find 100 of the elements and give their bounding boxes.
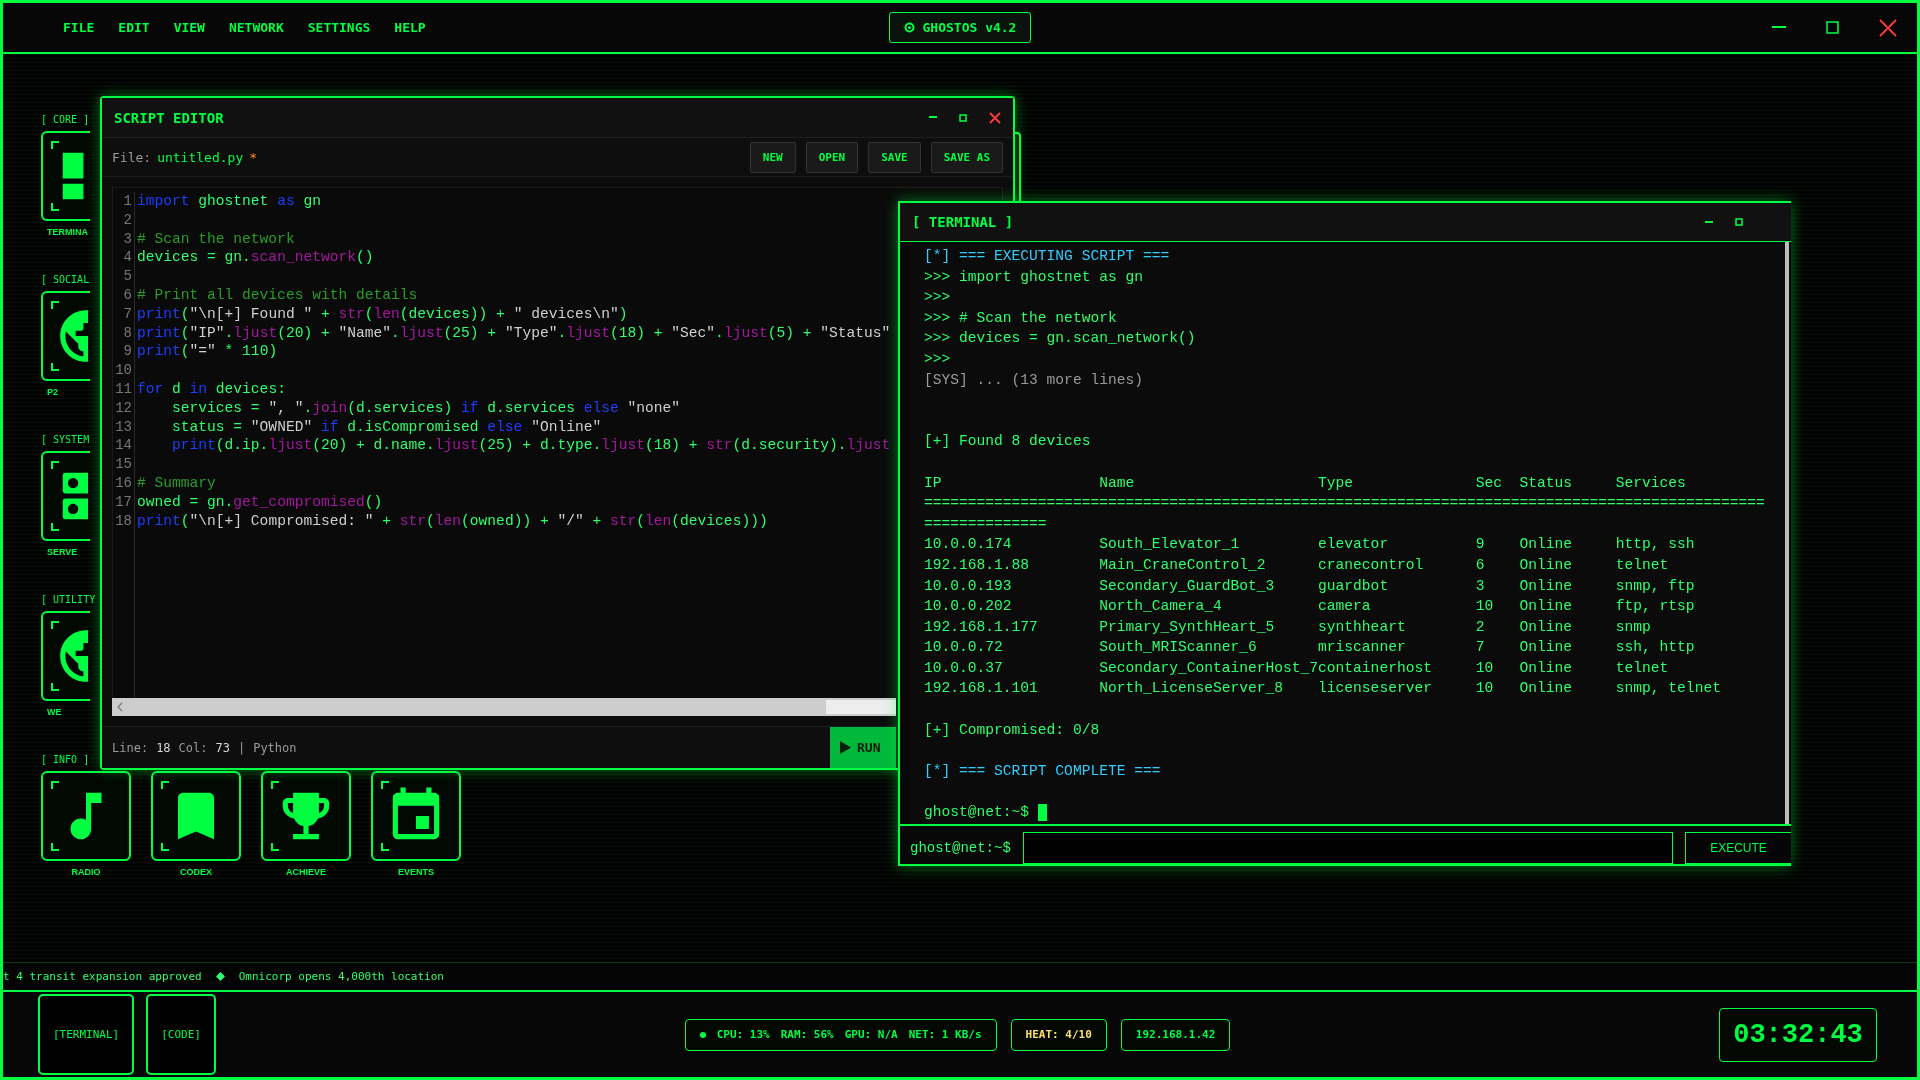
taskbar-button[interactable]: [CODE] [146, 994, 216, 1075]
toolbar-button[interactable]: NEW [749, 141, 796, 173]
play-icon [840, 741, 851, 754]
scrollbar-thumb[interactable] [826, 700, 896, 714]
section-label: [ UTILITY [41, 594, 96, 606]
terminal-line: >>> # Scan the network [924, 308, 1118, 328]
corner-mark [51, 843, 59, 851]
status-separator: | [237, 740, 246, 755]
table-cell-text: licenseserver [1318, 679, 1433, 699]
table-cell-text: telnet [1615, 658, 1670, 678]
terminal-line: [+] Found 8 devices [924, 432, 1092, 452]
app-label: TERMINA [46, 227, 88, 238]
maximize-icon [1826, 21, 1839, 34]
table-cell-text: Online [1519, 555, 1574, 575]
file-name: untitled.py [157, 149, 244, 165]
corner-mark [271, 781, 279, 789]
minimize-button[interactable] [929, 116, 937, 119]
app-tile[interactable] [261, 771, 351, 861]
line-number: 13 [115, 417, 132, 437]
corner-mark [51, 683, 59, 691]
status-label: Line: [112, 740, 149, 755]
code-line: services = ", ".join(d.services) if d.services else "none" [171, 398, 681, 418]
minimize-button[interactable] [1772, 26, 1786, 29]
table-cell-text: 192.168.1.88 [924, 555, 1031, 575]
app-label: CODEX [180, 867, 212, 878]
line-number: 5 [123, 267, 132, 286]
news-item: Omnicorp opens 4,000th location [238, 970, 444, 983]
code-line: for d in devices: [137, 379, 287, 399]
table-cell-text: 192.168.1.177 [924, 617, 1039, 637]
minimize-icon [1705, 220, 1713, 224]
table-cell-text: North_Camera_4 [1099, 597, 1223, 617]
close-icon [1879, 18, 1897, 37]
app-tile[interactable] [371, 771, 461, 861]
code-line: print(d.ip.ljust(20) + d.name.ljust(25) + d.type.ljust(18) + str(d.security).ljust [171, 436, 891, 456]
close-button[interactable] [1879, 18, 1897, 37]
menu-item[interactable]: VIEW [173, 20, 205, 35]
diamond-icon [215, 972, 225, 981]
app-tile[interactable] [151, 771, 241, 861]
stat-text: NET: 1 KB/s [908, 1028, 982, 1041]
maximize-button[interactable] [1735, 218, 1743, 226]
modified-mark: * [249, 149, 258, 165]
corner-mark [51, 621, 59, 629]
table-cell-text: synthheart [1318, 617, 1407, 637]
line-number: 2 [123, 210, 132, 230]
menu-item[interactable]: HELP [394, 20, 426, 35]
command-input[interactable] [1022, 832, 1673, 864]
line-number: 4 [123, 248, 132, 268]
chevron-left-icon [116, 702, 124, 712]
line-number: 11 [115, 379, 132, 399]
table-cell-text: guardbot [1318, 576, 1390, 596]
section-label: [ CORE ] [41, 114, 90, 126]
menu-item[interactable]: EDIT [118, 20, 150, 35]
line-number: 7 [123, 304, 132, 324]
table-cell-text: elevator [1318, 535, 1390, 555]
table-cell-text: snmp, ftp [1615, 576, 1696, 596]
menu-item[interactable]: SETTINGS [307, 20, 371, 35]
close-button[interactable] [989, 111, 1001, 124]
table-cell-text: South_Elevator_1 [1099, 535, 1241, 555]
toolbar-button[interactable]: SAVE [868, 141, 921, 173]
table-cell-text: Online [1519, 617, 1574, 637]
table-cell-text: 10.0.0.72 [924, 638, 1004, 658]
app-tile[interactable] [41, 291, 90, 381]
window-title: [ TERMINAL ] [912, 214, 1014, 230]
table-cell-text: 10.0.0.37 [924, 658, 1004, 678]
table-cell-text: 192.168.1.101 [924, 679, 1039, 699]
app-tile[interactable] [41, 611, 90, 701]
section-label: [ SYSTEM [41, 434, 90, 446]
news-item: t 4 transit expansion approved [3, 970, 202, 983]
terminal-prompt: ghost@net:~$ [924, 803, 1030, 823]
toolbar-button[interactable]: OPEN [805, 141, 859, 173]
terminal-line: >>> [924, 288, 952, 308]
app-label: RADIO [71, 867, 101, 878]
app-tile[interactable] [41, 451, 90, 541]
table-cell-text: cranecontrol [1318, 555, 1425, 575]
line-number: 3 [123, 229, 132, 249]
maximize-button[interactable] [959, 113, 967, 122]
maximize-button[interactable] [1826, 21, 1839, 34]
menu-item[interactable]: NETWORK [228, 20, 284, 35]
horizontal-scrollbar[interactable] [112, 698, 896, 716]
minimize-button[interactable] [1705, 220, 1713, 224]
column-header: Status [1519, 473, 1574, 493]
code-line: status = "OWNED" if d.isCompromised else "Online" [171, 417, 603, 437]
execute-button[interactable]: EXECUTE [1685, 832, 1791, 864]
corner-mark [51, 301, 59, 309]
table-cell-text: Secondary_GuardBot_3 [1099, 576, 1276, 596]
menu-item[interactable]: FILE [63, 20, 95, 35]
toolbar-button[interactable]: SAVE AS [930, 141, 1003, 173]
app-tile[interactable] [41, 771, 131, 861]
app-label: P2 [46, 387, 58, 398]
status-dot-icon [903, 22, 915, 33]
table-cell-text: 2 [1475, 617, 1486, 637]
run-button[interactable]: RUN [830, 727, 896, 768]
table-cell-text: Online [1519, 576, 1574, 596]
table-cell-text: 9 [1475, 535, 1486, 555]
terminal-line: [+] Compromised: 0/8 [924, 720, 1101, 740]
table-cell-text: ftp, rtsp [1615, 597, 1696, 617]
app-tile[interactable] [41, 131, 90, 221]
taskbar-button[interactable]: [TERMINAL] [38, 994, 135, 1075]
line-number: 6 [123, 286, 132, 305]
table-cell-text: 10.0.0.193 [924, 576, 1013, 596]
